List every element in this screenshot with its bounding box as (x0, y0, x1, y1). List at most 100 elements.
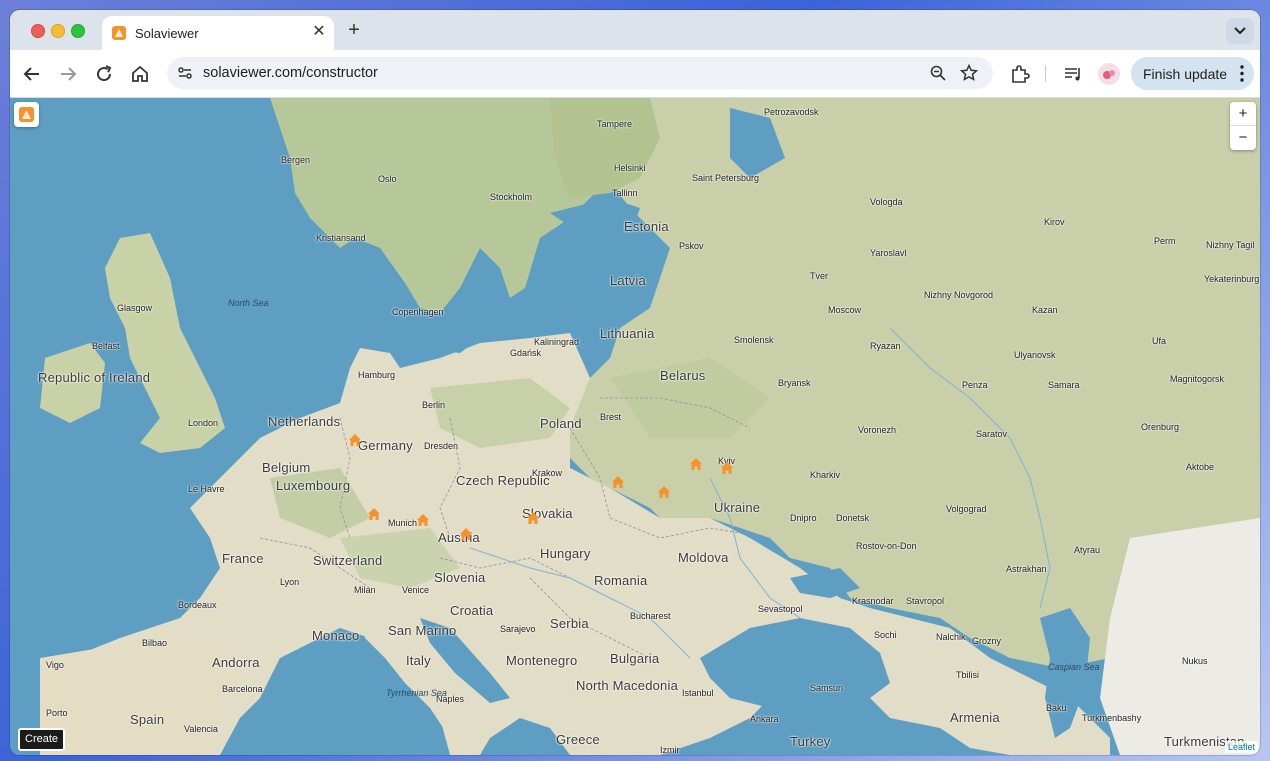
city-label: Pskov (679, 241, 704, 251)
label-romania: Romania (594, 573, 648, 588)
city-label: Krakow (532, 468, 563, 478)
home-marker-icon[interactable] (610, 474, 626, 490)
label-bulgaria: Bulgaria (610, 651, 660, 666)
toolbar-divider (1045, 65, 1046, 82)
minimize-window-button[interactable] (51, 24, 65, 38)
leaflet-attribution[interactable]: Leaflet (1224, 741, 1258, 753)
label-belgium: Belgium (262, 460, 311, 475)
zoom-control: + − (1230, 102, 1256, 150)
browser-toolbar: solaviewer.com/constructor Finish update (10, 50, 1260, 98)
browser-window: Solaviewer ✕ + solaviewer.com/constructo… (10, 10, 1260, 755)
city-label: Valencia (184, 724, 218, 734)
label-germany: Germany (358, 438, 413, 453)
label-moldova: Moldova (678, 550, 729, 565)
city-label: Porto (46, 708, 68, 718)
city-label: Nalchik (936, 632, 966, 642)
city-label: Nizhny Novgorod (924, 290, 994, 300)
label-greece: Greece (556, 732, 600, 747)
city-label: Vigo (46, 660, 64, 670)
label-luxembourg: Luxembourg (276, 478, 351, 493)
city-label: Gdańsk (510, 348, 542, 358)
label-belarus: Belarus (660, 368, 706, 383)
city-label: Kristiansand (316, 233, 366, 243)
label-italy: Italy (406, 653, 431, 668)
city-label: Donetsk (836, 513, 870, 523)
city-label: Kirov (1044, 217, 1065, 227)
zoom-window-button[interactable] (71, 24, 85, 38)
city-label: Saratov (976, 429, 1008, 439)
zoom-out-icon[interactable] (929, 64, 947, 82)
new-tab-button[interactable]: + (343, 20, 365, 42)
extensions-puzzle-icon[interactable] (1009, 63, 1031, 85)
solaviewer-logo-icon (112, 26, 126, 40)
city-label: Sarajevo (500, 624, 536, 634)
sea-label: North Sea (228, 298, 269, 308)
label-lithuania: Lithuania (600, 326, 655, 341)
zoom-out-button[interactable]: − (1230, 126, 1256, 149)
home-marker-icon[interactable] (688, 456, 704, 472)
home-marker-icon[interactable] (525, 510, 541, 526)
forward-icon[interactable] (56, 62, 80, 86)
city-label: Brest (600, 412, 622, 422)
zoom-in-button[interactable]: + (1230, 102, 1256, 125)
label-netherlands: Netherlands (268, 414, 341, 429)
home-icon[interactable] (128, 62, 152, 86)
city-label: Kazan (1032, 305, 1058, 315)
site-info-icon[interactable] (176, 64, 194, 82)
tab-solaviewer[interactable]: Solaviewer ✕ (102, 16, 334, 50)
home-marker-icon[interactable] (347, 432, 363, 448)
city-label: Atyrau (1074, 545, 1101, 555)
city-label: Ufa (1152, 336, 1167, 346)
home-marker-icon[interactable] (415, 512, 431, 528)
profile-avatar[interactable] (1098, 63, 1120, 85)
finish-update-button[interactable]: Finish update (1131, 57, 1254, 90)
city-label: Samara (1048, 380, 1080, 390)
city-label: Bucharest (630, 611, 671, 621)
city-label: Petrozavodsk (764, 107, 819, 117)
city-label: Bryansk (778, 378, 811, 388)
city-label: Istanbul (682, 688, 714, 698)
home-marker-icon[interactable] (656, 484, 672, 500)
city-label: Turkmenbashy (1082, 713, 1142, 723)
reload-icon[interactable] (92, 62, 116, 86)
url-text[interactable]: solaviewer.com/constructor (203, 65, 378, 81)
home-marker-icon[interactable] (366, 506, 382, 522)
city-label: Moscow (828, 305, 862, 315)
city-label: Penza (962, 380, 988, 390)
home-marker-icon[interactable] (458, 526, 474, 542)
label-hungary: Hungary (540, 546, 591, 561)
city-label: Copenhagen (392, 307, 444, 317)
city-label: Rostov-on-Don (856, 541, 917, 551)
close-window-button[interactable] (31, 24, 45, 38)
label-turkey: Turkey (790, 734, 831, 749)
attribution-link[interactable]: Leaflet (1228, 742, 1255, 752)
city-label: Le Havre (188, 484, 225, 494)
city-label: Dresden (424, 441, 459, 451)
create-button[interactable]: Create (18, 728, 66, 751)
media-controls-icon[interactable] (1062, 63, 1084, 85)
city-label: Sevastopol (758, 604, 803, 614)
address-bar[interactable]: solaviewer.com/constructor (167, 57, 993, 89)
back-icon[interactable] (20, 62, 44, 86)
home-marker-icon[interactable] (719, 460, 735, 476)
more-menu-icon[interactable] (1240, 65, 1244, 82)
city-label: Tbilisi (956, 670, 980, 680)
city-label: Nukus (1182, 656, 1208, 666)
city-label: Grozny (972, 636, 1002, 646)
city-label: Krasnodar (852, 596, 894, 606)
profile-icon (1103, 70, 1115, 79)
map-view[interactable]: Republic of Ireland Netherlands Belgium … (10, 98, 1260, 755)
city-label: Ankara (750, 714, 779, 724)
label-poland: Poland (540, 416, 582, 431)
city-label: Ryazan (870, 341, 901, 351)
finish-update-label: Finish update (1143, 66, 1228, 82)
city-label: Perm (1154, 236, 1176, 246)
close-tab-icon[interactable]: ✕ (310, 23, 328, 41)
city-label: Kharkiv (810, 470, 841, 480)
city-label: Munich (388, 518, 418, 528)
tab-search-button[interactable] (1226, 18, 1254, 44)
city-label: Izmir (660, 745, 680, 755)
app-logo[interactable] (14, 102, 39, 127)
label-armenia: Armenia (950, 710, 1000, 725)
bookmark-star-icon[interactable] (959, 63, 979, 83)
